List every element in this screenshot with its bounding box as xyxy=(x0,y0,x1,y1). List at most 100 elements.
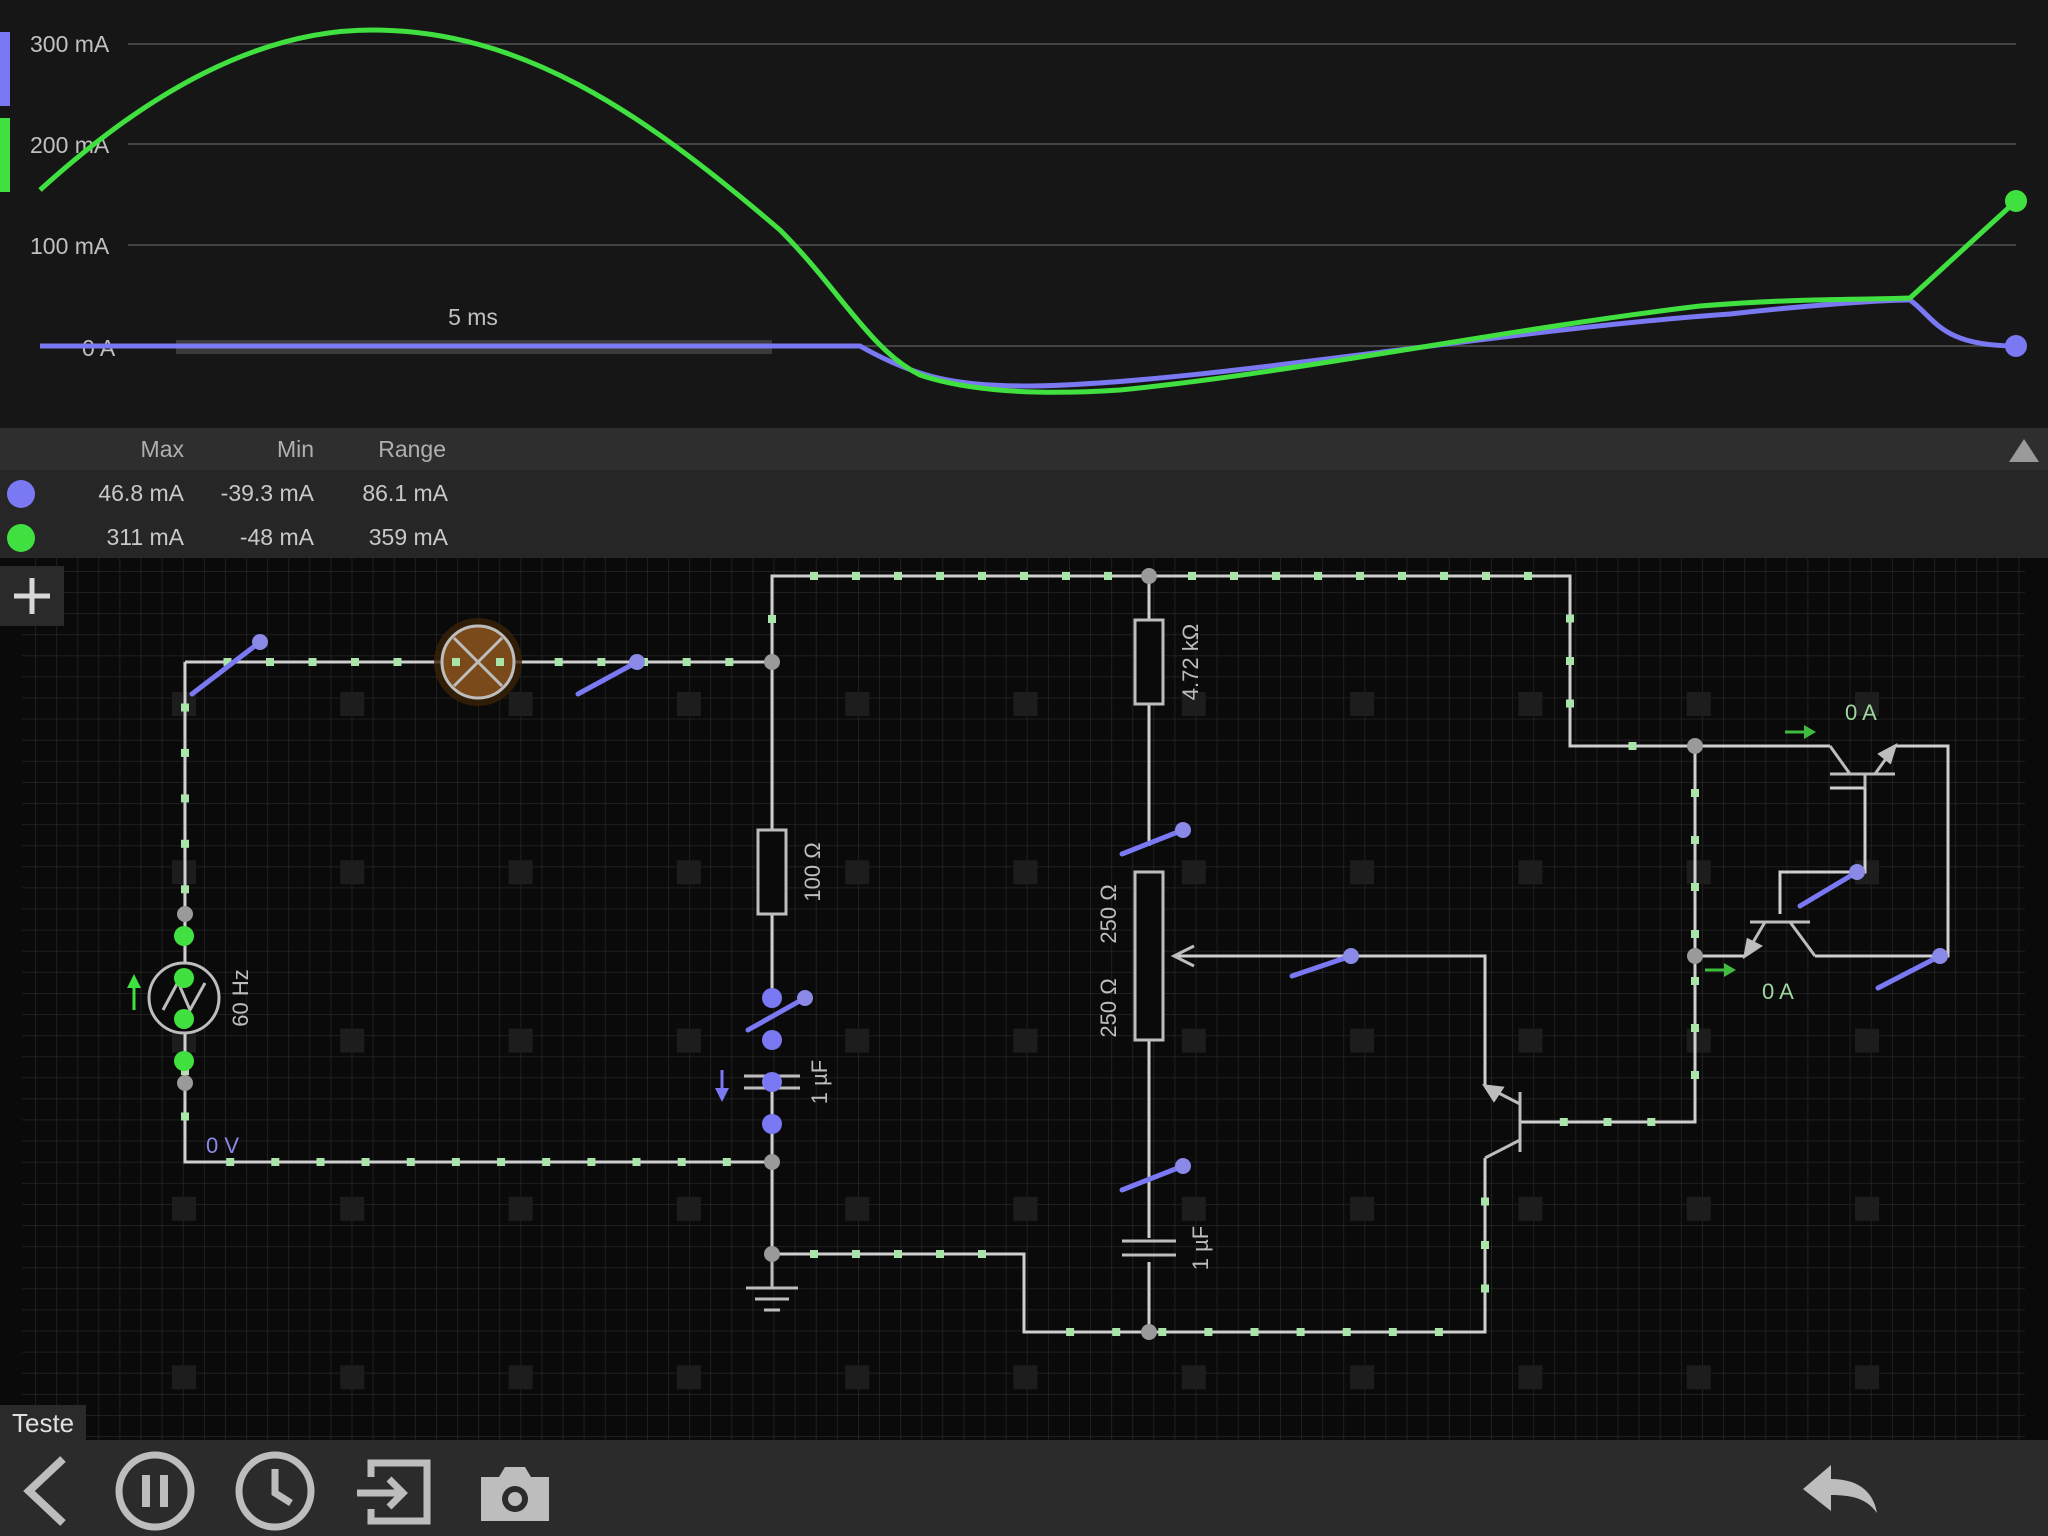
grid-major-dot xyxy=(508,860,533,885)
lamp[interactable] xyxy=(434,618,522,706)
grid-major-dot xyxy=(340,692,365,716)
grid-major-dot xyxy=(1518,692,1543,716)
grid-major-dot xyxy=(845,1196,870,1221)
y-tick-100: 100 mA xyxy=(30,233,110,259)
current-dot xyxy=(1314,572,1322,580)
grid-major-dot xyxy=(676,692,701,716)
ground-voltage-label: 0 V xyxy=(206,1133,239,1158)
current-dot xyxy=(1559,1118,1568,1126)
grid-major-dot xyxy=(1181,1365,1206,1390)
resistor-100-label: 100 Ω xyxy=(800,842,825,901)
circuit-canvas[interactable]: 60 Hz 0 V 100 Ω 1 µF 4.72 kΩ 250 Ω 250 Ω… xyxy=(0,558,2048,1440)
pause-button[interactable] xyxy=(112,1448,198,1534)
grid-major-dot xyxy=(676,1196,701,1221)
current-dot xyxy=(1566,657,1574,665)
current-dot xyxy=(181,748,189,757)
current-dot xyxy=(1481,1241,1489,1249)
current-dot xyxy=(1691,883,1699,891)
undo-button[interactable] xyxy=(1796,1448,1882,1534)
grid-major-dot xyxy=(340,1365,365,1390)
grid-major-dot xyxy=(508,692,533,716)
undo-icon xyxy=(1803,1465,1877,1513)
current-dot xyxy=(181,703,189,712)
grid-major-dot xyxy=(1013,1365,1038,1390)
circuit-svg[interactable]: 60 Hz 0 V 100 Ω 1 µF 4.72 kΩ 250 Ω 250 Ω… xyxy=(0,558,2048,1440)
stat-min-blue: -39.3 mA xyxy=(220,480,314,506)
grid-major-dot xyxy=(1350,1365,1375,1390)
stats-header: Max Min Range xyxy=(0,428,2048,470)
source-frequency-label: 60 Hz xyxy=(228,969,253,1026)
current-dot xyxy=(393,658,402,666)
grid-major-dot xyxy=(340,860,365,885)
current-dot xyxy=(1647,1118,1656,1126)
grid-major-dot xyxy=(1518,1028,1543,1053)
current-dot xyxy=(1388,1328,1397,1336)
grid-major-dot xyxy=(1350,1028,1375,1053)
current-dot xyxy=(682,658,691,666)
current-dot xyxy=(768,615,776,623)
current-dot xyxy=(1691,836,1699,844)
current-dot xyxy=(1691,1024,1699,1032)
plus-icon xyxy=(14,578,50,614)
current-dot xyxy=(1482,572,1490,580)
current-dot xyxy=(1342,1328,1351,1336)
current-dot xyxy=(597,658,606,666)
grid-major-dot xyxy=(508,1196,533,1221)
grid-major-dot xyxy=(845,860,870,885)
grid-major-dot xyxy=(1350,692,1375,716)
grid-major-dot xyxy=(1013,692,1038,716)
current-dot xyxy=(361,1158,370,1166)
current-dot xyxy=(978,572,986,580)
current-dot xyxy=(181,885,189,894)
current-dot xyxy=(1104,572,1112,580)
series-green-dot xyxy=(7,524,35,552)
camera-icon xyxy=(481,1467,549,1521)
grid-major-dot xyxy=(1686,692,1711,716)
stat-min-green: -48 mA xyxy=(239,524,314,550)
grid-major-dot xyxy=(1686,1028,1711,1053)
grid-major-dot xyxy=(1518,1365,1543,1390)
current-dot xyxy=(226,1158,235,1166)
y-tick-200: 200 mA xyxy=(30,132,110,158)
timescale-button[interactable] xyxy=(232,1448,318,1534)
current-dot xyxy=(978,1250,986,1258)
time-scale-label: 5 ms xyxy=(448,304,498,330)
stats-panel: Max Min Range 46.8 mA -39.3 mA 86.1 mA 3… xyxy=(0,428,2048,558)
current-dot xyxy=(632,1158,641,1166)
screenshot-button[interactable] xyxy=(472,1448,558,1534)
grid-major-dot xyxy=(1686,1365,1711,1390)
add-component-button[interactable] xyxy=(0,566,64,626)
current-dot xyxy=(722,1158,731,1166)
current-dot xyxy=(936,572,944,580)
grid-major-dot xyxy=(1855,1028,1879,1053)
current-dot xyxy=(1566,699,1574,708)
current-dot xyxy=(1524,572,1532,580)
back-button[interactable] xyxy=(0,1448,86,1534)
grid-major-dot xyxy=(508,1028,533,1053)
series-green-line xyxy=(38,27,2018,395)
current-dot xyxy=(1066,1328,1075,1336)
collapse-graph-button[interactable] xyxy=(2006,436,2042,466)
stat-range-green: 359 mA xyxy=(368,524,448,550)
stat-max-blue: 46.8 mA xyxy=(98,480,184,506)
current-dot xyxy=(894,572,902,580)
current-dot xyxy=(677,1158,686,1166)
grid-major-dot xyxy=(1518,1196,1543,1221)
current-dot xyxy=(936,1250,944,1258)
current-dot xyxy=(181,1112,189,1121)
scope-graph[interactable]: 5 ms 300 mA 200 mA 100 mA 0 A xyxy=(0,0,2048,428)
grid-major-dot xyxy=(1350,860,1375,885)
pot-bottom-label: 250 Ω xyxy=(1096,978,1121,1037)
header-min: Min xyxy=(276,436,314,462)
current-dot xyxy=(1566,614,1574,623)
header-range: Range xyxy=(378,436,446,462)
current-dot xyxy=(1603,1118,1612,1126)
import-button[interactable] xyxy=(350,1448,436,1534)
series-green-marker xyxy=(0,118,10,192)
y-tick-300: 300 mA xyxy=(30,31,110,57)
grid-major-dot xyxy=(676,1028,701,1053)
current-dot xyxy=(1188,572,1196,580)
current-dot xyxy=(1020,572,1028,580)
grid-major-dot xyxy=(340,1028,365,1053)
current-dot xyxy=(554,658,563,666)
